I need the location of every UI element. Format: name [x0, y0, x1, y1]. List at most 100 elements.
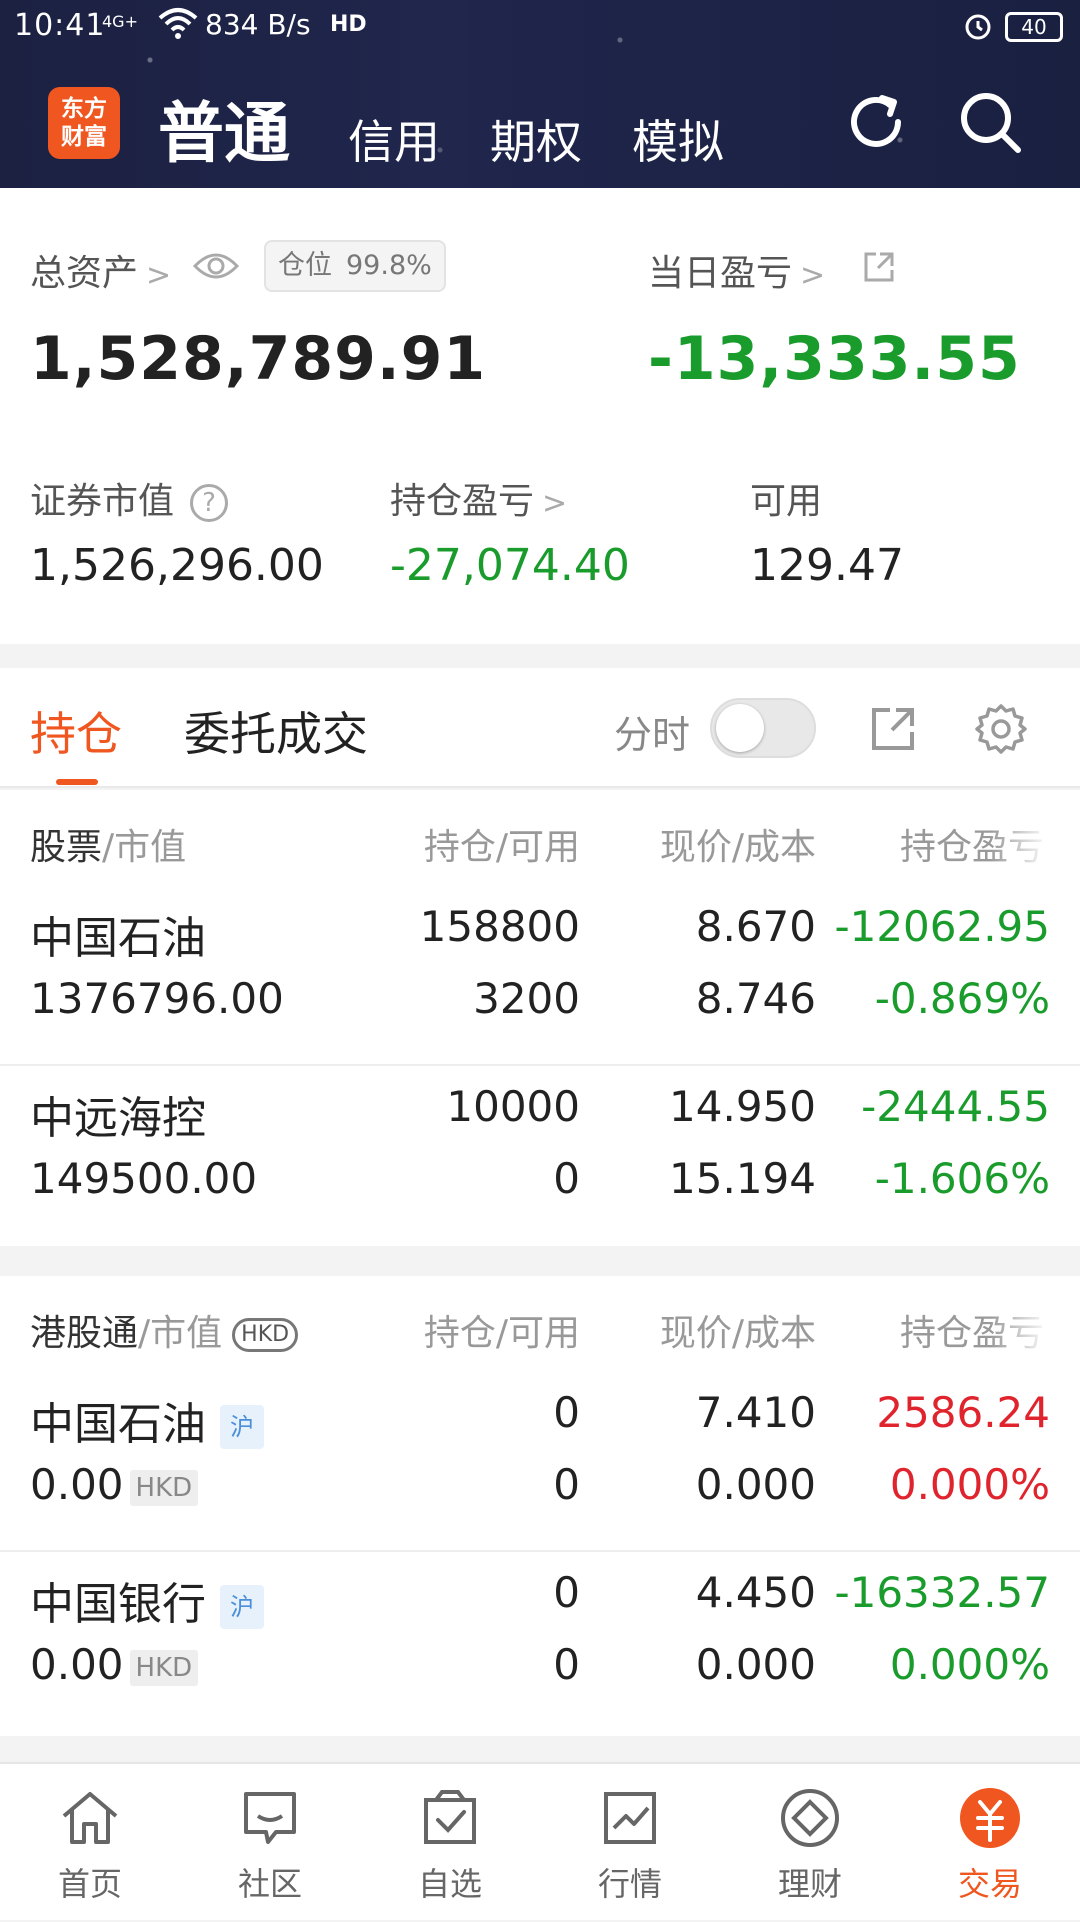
- status-bar: 10:41 4G+ 834 B/s HD 40: [0, 0, 1080, 52]
- hk-stock-name-wrap: 中国银行沪: [30, 1568, 264, 1632]
- search-icon[interactable]: [956, 88, 1024, 156]
- hd-indicator: HD: [330, 12, 367, 37]
- total-assets-value: 1,528,789.91: [30, 324, 487, 394]
- hk-stock-name: 中国银行: [30, 1579, 206, 1630]
- shanghai-tag: 沪: [220, 1585, 264, 1629]
- toggle-knob: [716, 704, 764, 752]
- col-hk-sub: /市值: [138, 1313, 223, 1354]
- market-value-label: 证券市值: [30, 481, 175, 522]
- bottom-nav: 首页 社区 自选 行情 理财 交易: [0, 1762, 1080, 1920]
- col-hk-stock-header: 港股通/市值 HKD: [30, 1304, 299, 1356]
- share-link-icon[interactable]: [862, 250, 896, 284]
- nav-home[interactable]: 首页: [0, 1764, 180, 1922]
- table-row[interactable]: 中国石油沪 0.00 HKD 0 0 7.410 0.000 2586.24 0.…: [0, 1372, 1080, 1552]
- hkd-tag: HKD: [129, 1469, 199, 1506]
- export-icon[interactable]: [868, 704, 918, 754]
- nav-label: 自选: [417, 1865, 482, 1903]
- logo-text-top: 东方: [61, 96, 107, 122]
- yuan-icon: [960, 1788, 1020, 1848]
- stock-pl: -2444.55: [861, 1082, 1050, 1131]
- total-assets-link[interactable]: 总资产 >: [30, 244, 171, 296]
- stock-cost: 15.194: [669, 1154, 816, 1203]
- position-label: 仓位: [278, 250, 332, 281]
- available-value: 129.47: [750, 540, 904, 591]
- table-row[interactable]: 中国银行沪 0.00 HKD 0 0 4.450 0.000 -16332.57 …: [0, 1552, 1080, 1732]
- checkbox-icon: [424, 1790, 476, 1844]
- stock-available: 3200: [473, 974, 580, 1023]
- total-assets-label: 总资产: [30, 253, 139, 294]
- col-price-header: 现价/成本: [659, 1313, 816, 1354]
- nav-market[interactable]: 行情: [540, 1764, 720, 1922]
- daily-pl-value: -13,333.55: [648, 324, 1021, 394]
- hk-cost: 0.000: [695, 1460, 816, 1509]
- fenshi-toggle[interactable]: [710, 698, 816, 758]
- col-price-header: 现价/成本: [659, 827, 816, 868]
- holding-pl-link[interactable]: 持仓盈亏 >: [390, 472, 567, 524]
- hk-pl-pct: 0.000%: [889, 1460, 1050, 1509]
- col-stock-sub: /市值: [102, 827, 187, 868]
- wifi-icon: [158, 8, 198, 39]
- market-value: 1,526,296.00: [30, 540, 324, 591]
- stock-cost: 8.746: [695, 974, 816, 1023]
- col-stock-key: 股票: [30, 827, 103, 868]
- stock-market-value: 1376796.00: [30, 974, 284, 1023]
- table-row[interactable]: 中国石油 1376796.00 158800 3200 8.670 8.746 …: [0, 886, 1080, 1066]
- asset-summary: 总资产 > 仓位 99.8% 当日盈亏 > 1,528,789.91 -13,333.…: [0, 188, 1080, 644]
- tab-normal[interactable]: 普通: [158, 80, 290, 176]
- status-time: 10:41: [14, 8, 106, 43]
- stock-name: 中国石油: [30, 913, 206, 964]
- hk-cost: 0.000: [695, 1640, 816, 1689]
- market-value-label-wrap: 证券市值?: [30, 472, 229, 524]
- help-icon[interactable]: ?: [190, 484, 229, 522]
- stocks-table-header: 股票/市值 持仓/可用 现价/成本 持仓盈亏: [0, 790, 1080, 894]
- hk-stock-name-wrap: 中国石油沪: [30, 1388, 264, 1452]
- nav-label: 社区: [237, 1865, 302, 1903]
- hk-pl-pct: 0.000%: [889, 1640, 1050, 1689]
- tab-simulate[interactable]: 模拟: [632, 106, 724, 172]
- col-pl-header: 持仓盈亏: [900, 1313, 1045, 1354]
- tab-credit[interactable]: 信用: [348, 106, 440, 172]
- position-ratio-badge: 仓位 99.8%: [264, 240, 446, 292]
- holding-pl-value: -27,074.40: [390, 540, 630, 591]
- nav-watchlist[interactable]: 自选: [360, 1764, 540, 1922]
- hk-pl: -16332.57: [834, 1568, 1050, 1617]
- app-header: 10:41 4G+ 834 B/s HD 40 东方 财富 普通 信用 期权 模…: [0, 0, 1080, 188]
- holding-pl-label: 持仓盈亏: [390, 481, 535, 522]
- tab-holdings[interactable]: 持仓: [30, 698, 122, 764]
- chevron-right-icon: >: [542, 486, 568, 521]
- hkd-tag: HKD: [129, 1649, 199, 1686]
- hkd-currency-badge: HKD: [232, 1318, 299, 1352]
- fenshi-label: 分时: [614, 713, 691, 757]
- active-tab-indicator: [56, 779, 98, 785]
- available-label: 可用: [750, 481, 823, 522]
- stock-pl-pct: -1.606%: [874, 1154, 1050, 1203]
- diamond-icon: [781, 1789, 839, 1847]
- nav-trade[interactable]: 交易: [900, 1764, 1080, 1922]
- eye-icon[interactable]: [192, 248, 240, 284]
- hk-market-value-wrap: 0.00 HKD: [30, 1640, 199, 1689]
- tab-options[interactable]: 期权: [490, 106, 582, 172]
- chart-icon: [604, 1792, 656, 1844]
- nav-wealth[interactable]: 理财: [720, 1764, 900, 1922]
- hk-table-header: 港股通/市值 HKD 持仓/可用 现价/成本 持仓盈亏: [0, 1276, 1080, 1380]
- tab-orders[interactable]: 委托成交: [184, 698, 368, 764]
- stock-name: 中远海控: [30, 1093, 206, 1144]
- nav-community[interactable]: 社区: [180, 1764, 360, 1922]
- network-indicator: 4G+: [102, 12, 138, 31]
- hk-market-value: 0.00: [30, 1460, 124, 1509]
- col-holding-header: 持仓/可用: [423, 827, 580, 868]
- col-hk-key: 港股通: [30, 1313, 139, 1354]
- stock-holding: 10000: [446, 1082, 580, 1131]
- table-row[interactable]: 中远海控 149500.00 10000 0 14.950 15.194 -24…: [0, 1066, 1080, 1246]
- stock-pl-pct: -0.869%: [874, 974, 1050, 1023]
- settings-gear-icon[interactable]: [974, 702, 1028, 756]
- hk-available: 0: [553, 1640, 580, 1689]
- nav-label: 交易: [957, 1865, 1022, 1903]
- hk-market-value: 0.00: [30, 1640, 124, 1689]
- refresh-icon[interactable]: [842, 88, 910, 156]
- daily-pl-link[interactable]: 当日盈亏 >: [648, 244, 825, 296]
- stock-pl: -12062.95: [834, 902, 1050, 951]
- daily-pl-label: 当日盈亏: [648, 253, 793, 294]
- hk-price: 4.450: [695, 1568, 816, 1617]
- holdings-tabs: 持仓 委托成交 分时: [0, 668, 1080, 788]
